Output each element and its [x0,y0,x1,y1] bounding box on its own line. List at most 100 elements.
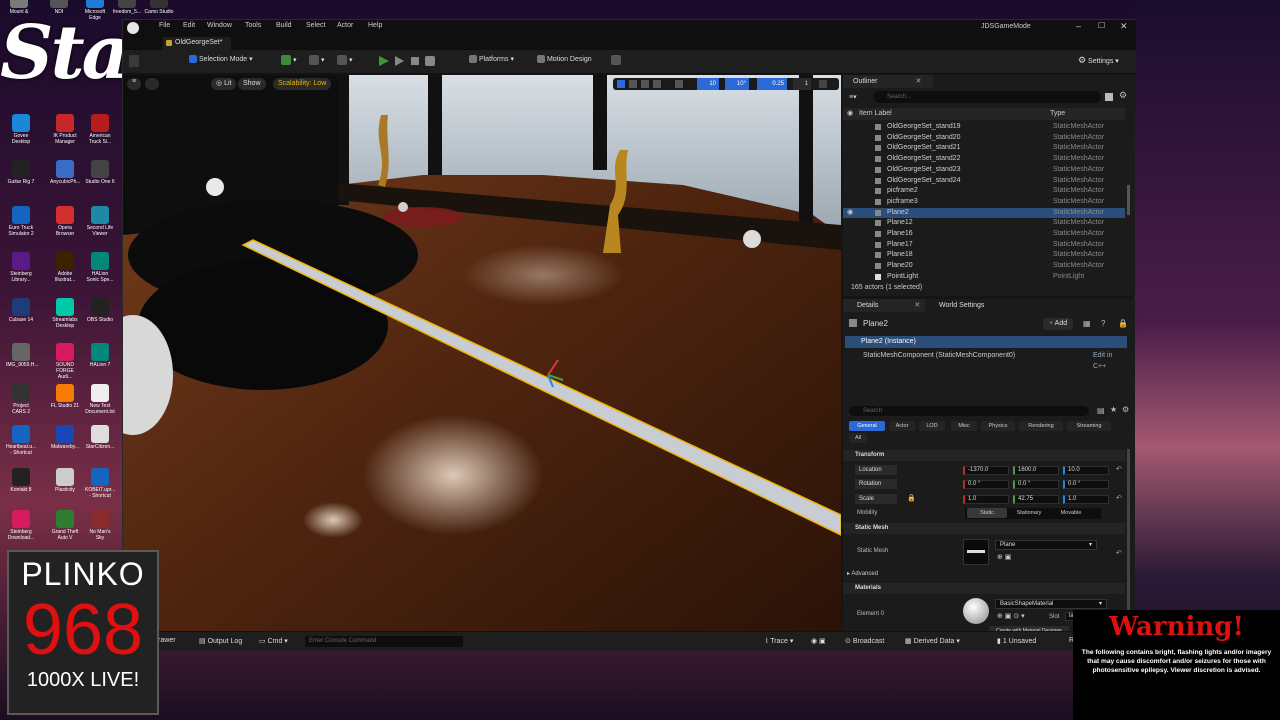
menu-select[interactable]: Select [306,22,325,29]
location-z-field[interactable]: 10.0 [1063,466,1109,475]
output-log-button[interactable]: ▤ Output Log [199,637,242,645]
desktop-icon[interactable]: New Text Document.txt [85,384,115,415]
trace-dropdown[interactable]: ⌇ Trace ▾ [765,637,793,645]
filter-icon[interactable]: ≡▾ [849,93,857,101]
close-tab-icon[interactable]: ✕ [914,302,920,309]
desktop-icon[interactable]: Kontakt 8 [6,468,36,493]
rotate-tool-icon[interactable] [641,80,649,88]
blueprint-button[interactable]: ▾ [309,55,324,65]
material-picker[interactable]: BasicShapeMaterial ▾ [995,599,1107,609]
static-mesh-picker[interactable]: Plane ▾ [995,540,1097,550]
static-mesh-section[interactable]: Static Mesh [843,523,1125,534]
desktop-icon[interactable]: Studio One 6 [85,160,115,185]
outliner-row[interactable]: OldGeorgeSet_stand24 StaticMeshActor [843,176,1125,187]
rotation-snap-button[interactable]: 10° [725,78,749,90]
camera-speed-button[interactable]: 1 [793,78,811,90]
outliner-row[interactable]: OldGeorgeSet_stand20 StaticMeshActor [843,133,1125,144]
category-streaming[interactable]: Streaming [1067,421,1111,431]
outliner-row[interactable]: PointLight PointLight [843,272,1125,282]
eject-icon[interactable] [425,56,435,66]
broadcast-button[interactable]: ⊙ Broadcast [845,637,884,645]
outliner-row[interactable]: Plane12 StaticMeshActor [843,218,1125,229]
outliner-row[interactable]: OldGeorgeSet_stand23 StaticMeshActor [843,165,1125,176]
motion-design-button[interactable]: Motion Design [537,55,592,63]
reset-scale-icon[interactable]: ↶ [1116,494,1122,502]
close-button[interactable]: ✕ [1120,21,1128,32]
level-tab[interactable]: OldGeorgeSet* [163,37,231,50]
show-button[interactable]: Show [238,78,266,90]
outliner-row[interactable]: picframe2 StaticMeshActor [843,186,1125,197]
desktop-icon[interactable]: Steinberg Download... [6,510,36,541]
outliner-settings-icon[interactable]: ⚙ [1119,90,1127,101]
platforms-button[interactable]: Platforms ▾ [469,55,514,64]
category-all[interactable]: All [849,433,867,443]
location-x-field[interactable]: -1370.0 [963,466,1009,475]
details-search-input[interactable]: Search [849,406,1089,416]
record-icon[interactable]: ◉ ▣ [811,637,826,645]
desktop-icon[interactable]: No Man's Sky [85,510,115,541]
outliner-row[interactable]: OldGeorgeSet_stand19 StaticMeshActor [843,122,1125,133]
desktop-icon[interactable]: HALion Sonic Spe... [85,252,115,283]
lock-icon[interactable]: 🔒 [1118,319,1128,328]
menu-help[interactable]: Help [368,22,382,29]
category-lod[interactable]: LOD [919,421,945,431]
component-row[interactable]: StaticMeshComponent (StaticMeshComponent… [863,350,1123,370]
save-icon[interactable] [129,55,139,67]
mobility-movable[interactable]: Movable [1051,508,1091,518]
edit-cpp-link[interactable]: Edit in C++ [1093,350,1123,372]
add-content-button[interactable]: ▾ [281,55,296,65]
add-component-button[interactable]: + Add [1043,318,1074,330]
outliner-row[interactable]: Plane16 StaticMeshActor [843,229,1125,240]
outliner-row[interactable]: Plane18 StaticMeshActor [843,250,1125,261]
viewport-menu-button[interactable]: ≡ [127,78,141,90]
outliner-row[interactable]: Plane20 StaticMeshActor [843,261,1125,272]
lit-mode-button[interactable]: ◎ Lit [211,78,237,90]
world-settings-tab[interactable]: World Settings [931,299,984,312]
scale-dropdown[interactable]: Scale [855,494,897,504]
desktop-icon[interactable]: IK Product Manager [50,114,80,145]
stop-icon[interactable] [411,57,419,65]
menu-edit[interactable]: Edit [183,22,195,29]
transform-section[interactable]: Transform [843,450,1125,461]
world-local-icon[interactable] [675,80,683,88]
instance-row[interactable]: Plane2 (Instance) [845,336,1127,348]
browse-asset-icon[interactable]: ⊕ ▣ [997,553,1011,561]
close-tab-icon[interactable]: ✕ [916,78,922,85]
scale-lock-icon[interactable]: 🔒 [907,494,916,502]
category-physics[interactable]: Physics [981,421,1015,431]
desktop-icon[interactable]: FL Studio 21 [50,384,80,409]
outliner-row[interactable]: Plane17 StaticMeshActor [843,240,1125,251]
outliner-row[interactable]: ◉ Plane2 StaticMeshActor [843,207,1125,219]
scalability-warning[interactable]: Scalability: Low [273,78,332,90]
desktop-icon[interactable]: Cubase 14 [6,298,36,323]
menu-actor[interactable]: Actor [337,22,353,29]
unsaved-button[interactable]: ▮ 1 Unsaved [997,637,1036,645]
advanced-toggle[interactable]: ▸ Advanced [847,570,878,577]
settings-button[interactable]: ⚙ Settings ▾ [1078,55,1119,66]
menu-window[interactable]: Window [207,22,232,29]
desktop-icon[interactable]: IMG_9059.H... [6,343,39,368]
details-scrollbar[interactable] [1127,449,1130,619]
derived-data-button[interactable]: ▦ Derived Data ▾ [905,637,960,645]
mobility-static[interactable]: Static [967,508,1007,518]
star-icon[interactable]: ★ [1110,405,1117,414]
console-input[interactable]: Enter Console Command [305,636,463,647]
minimize-button[interactable]: – [1076,21,1081,31]
visibility-eye-icon[interactable]: ◉ [847,208,853,219]
cinematics-button[interactable]: ▾ [337,55,352,65]
material-thumbnail[interactable] [963,598,989,624]
rotation-x-field[interactable]: 0.0 ° [963,480,1009,489]
blueprint-edit-icon[interactable]: ▦ [1083,319,1091,328]
cmd-dropdown[interactable]: ▭ Cmd ▾ [259,637,288,645]
help-icon[interactable]: ? [1101,319,1105,328]
outliner-row[interactable]: picframe3 StaticMeshActor [843,197,1125,208]
scale-z-field[interactable]: 1.0 [1063,495,1109,504]
desktop-icon[interactable]: Opera Browser [50,206,80,237]
maximize-button[interactable]: ☐ [1098,21,1105,30]
desktop-icon[interactable]: Adobe Illustrat... [50,252,80,283]
desktop-icon[interactable]: KOBEIT.upr... - Shortcut [85,468,115,499]
scale-y-field[interactable]: 42.75 [1013,495,1059,504]
toolbar-extra-button[interactable] [611,55,621,65]
rotation-z-field[interactable]: 0.0 ° [1063,480,1109,489]
scale-snap-button[interactable]: 0.25 [757,78,787,90]
